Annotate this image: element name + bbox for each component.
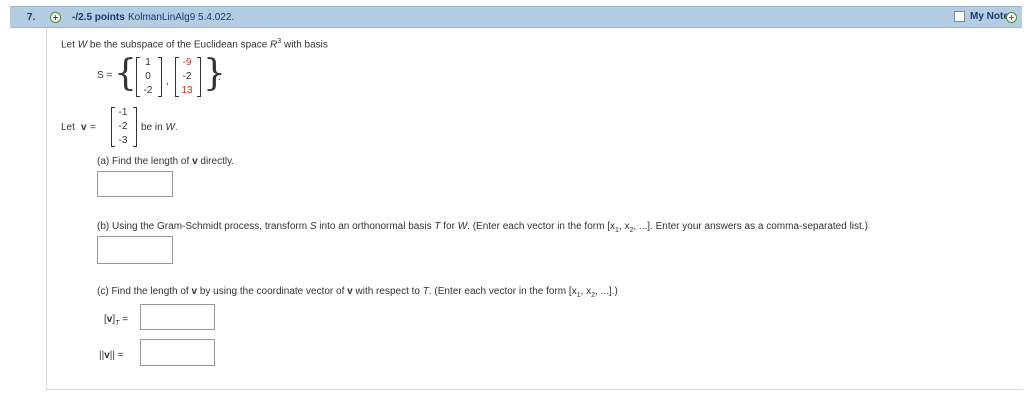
points-label: -/2.5 points — [72, 12, 125, 23]
my-notes-checkbox[interactable] — [954, 11, 965, 22]
problem-intro: Let W be the subspace of the Euclidean s… — [61, 38, 328, 51]
v-symbol: v — [81, 122, 87, 133]
part-b-answer-input[interactable] — [97, 236, 173, 264]
basis-v1-entry: 0 — [145, 71, 151, 82]
expand-plus-icon[interactable] — [50, 12, 61, 23]
norm-label: ||v|| = — [99, 350, 124, 361]
brace-right: } — [203, 53, 226, 94]
brace-left: { — [114, 53, 137, 94]
part-c-prompt: (c) Find the length of v by using the co… — [97, 286, 618, 299]
v-entry: -2 — [118, 121, 128, 132]
basis-v2-entry: 13 — [181, 85, 193, 96]
question-number: 7. — [27, 12, 36, 23]
basis-v1-entry: 1 — [145, 57, 151, 68]
question-header: 7. -/2.5 points KolmanLinAlg9 5.4.022. M… — [10, 6, 1022, 28]
part-b-prompt: (b) Using the Gram-Schmidt process, tran… — [97, 221, 868, 234]
equals-sign: = — [90, 122, 96, 133]
question-source: KolmanLinAlg9 5.4.022. — [128, 12, 235, 23]
v-entry: -1 — [118, 107, 128, 118]
coordinate-vector-label: [v]T = — [104, 314, 129, 327]
basis-v1-entry: -2 — [143, 85, 153, 96]
basis-set: S = { 1 0 -2 , -9 -2 13 } . — [97, 54, 277, 100]
v-entry: -3 — [118, 135, 128, 146]
basis-period: . — [218, 72, 221, 83]
bracket-right — [197, 57, 201, 97]
part-a-prompt: (a) Find the length of v directly. — [97, 156, 235, 167]
basis-comma: , — [166, 76, 169, 87]
bracket-right — [158, 57, 162, 97]
basis-v2-entry: -9 — [182, 57, 192, 68]
coordinate-vector-input[interactable] — [140, 304, 215, 330]
question-body: Let W be the subspace of the Euclidean s… — [46, 28, 1022, 390]
let-label: Let — [61, 122, 75, 133]
bracket-right — [133, 107, 137, 147]
part-a-answer-input[interactable] — [97, 171, 173, 197]
basis-v2-entry: -2 — [182, 71, 192, 82]
be-in-text: be in W. — [141, 122, 178, 133]
notes-plus-icon[interactable] — [1006, 12, 1017, 23]
vector-v-definition: Let v = -1 -2 -3 be in W. — [61, 104, 261, 150]
norm-input[interactable] — [140, 339, 215, 366]
basis-label: S = — [97, 70, 113, 81]
